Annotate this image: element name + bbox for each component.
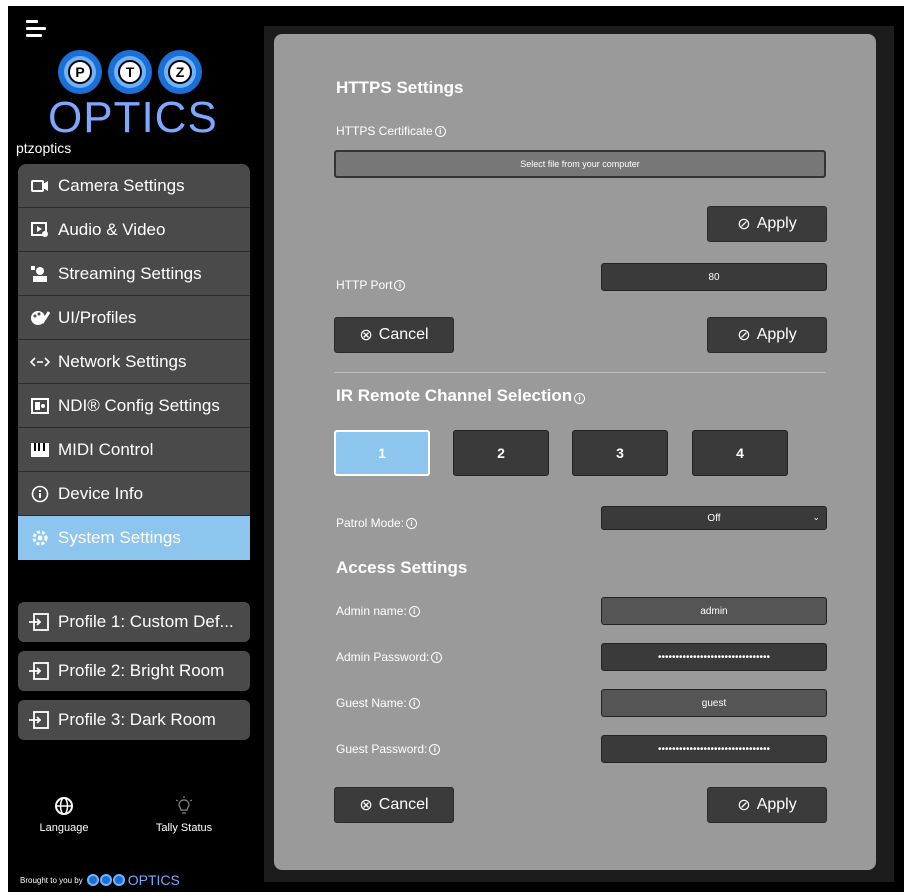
info-icon[interactable]: i <box>431 651 443 663</box>
sidebar-item-midi-control[interactable]: MIDI Control <box>18 428 250 472</box>
sidebar-item-streaming-settings[interactable]: Streaming Settings <box>18 252 250 296</box>
login-icon <box>28 612 50 632</box>
sidebar-item-device-info[interactable]: Device Info <box>18 472 250 516</box>
powered-logo-circles <box>86 874 125 886</box>
admin-name-input[interactable] <box>601 597 827 625</box>
login-icon <box>28 661 50 681</box>
ir-channel-1-button[interactable]: 1 <box>334 430 430 476</box>
admin-password-label: Admin Password: i <box>336 650 443 664</box>
main-panel-frame: HTTPS Settings HTTPS Certificate i Select… <box>264 26 894 882</box>
midi-icon <box>30 440 50 460</box>
guest-name-input[interactable] <box>601 689 827 717</box>
chevron-down-icon: ⌄ <box>812 512 820 522</box>
info-icon[interactable]: i <box>574 393 586 404</box>
streaming-icon <box>30 264 50 284</box>
info-icon[interactable]: i <box>408 697 420 709</box>
check-circle-icon: ⊘ <box>737 797 751 814</box>
network-icon <box>30 352 50 372</box>
patrol-mode-label: Patrol Mode: i <box>336 516 418 530</box>
language-button[interactable]: Language <box>34 796 94 834</box>
powered-by: Brought to you by OPTICS <box>20 872 180 888</box>
ptz-optics-logo: P T Z OPTICS <box>48 50 218 140</box>
http-port-input[interactable] <box>601 263 827 291</box>
access-settings-title: Access Settings <box>336 558 468 577</box>
access-apply-button[interactable]: ⊘ Apply <box>707 787 827 823</box>
info-icon[interactable]: i <box>429 743 441 755</box>
cancel-circle-icon: ⊗ <box>359 797 373 814</box>
sidebar-bottom-tools: Language Tally Status <box>34 796 234 846</box>
sidebar-item-ndi-config-settings[interactable]: NDI® Config Settings <box>18 384 250 428</box>
gear-icon <box>30 528 50 548</box>
sidebar: P T Z OPTICS ptzoptics Camera Settings A… <box>8 6 258 892</box>
guest-password-input[interactable] <box>601 735 827 763</box>
check-circle-icon: ⊘ <box>737 216 751 233</box>
http-cancel-button[interactable]: ⊗ Cancel <box>334 317 454 353</box>
sidebar-item-system-settings[interactable]: System Settings <box>18 516 250 560</box>
ir-channel-2-button[interactable]: 2 <box>453 430 549 476</box>
patrol-mode-select[interactable]: Off ⌄ <box>601 506 827 530</box>
profile-3-button[interactable]: Profile 3: Dark Room <box>18 700 250 740</box>
sidebar-item-ui-profiles[interactable]: UI/Profiles <box>18 296 250 340</box>
guest-password-label: Guest Password: i <box>336 742 441 756</box>
ir-channel-3-button[interactable]: 3 <box>572 430 668 476</box>
system-settings-panel: HTTPS Settings HTTPS Certificate i Select… <box>274 34 876 870</box>
tally-status-button[interactable]: Tally Status <box>144 796 224 834</box>
https-settings-title: HTTPS Settings <box>336 78 464 97</box>
info-icon <box>30 484 50 504</box>
https-apply-button[interactable]: ⊘ Apply <box>707 206 827 242</box>
access-cancel-button[interactable]: ⊗ Cancel <box>334 787 454 823</box>
certificate-file-input[interactable]: Select file from your computer <box>334 150 826 178</box>
ir-channel-4-button[interactable]: 4 <box>692 430 788 476</box>
hamburger-menu-icon[interactable] <box>26 20 46 38</box>
info-icon[interactable]: i <box>394 279 406 291</box>
audio-video-icon <box>30 220 50 240</box>
app-window: P T Z OPTICS ptzoptics Camera Settings A… <box>8 6 904 892</box>
http-port-label: HTTP Port i <box>336 278 406 292</box>
admin-password-input[interactable] <box>601 643 827 671</box>
login-icon <box>28 710 50 730</box>
profiles-list: Profile 1: Custom Def... Profile 2: Brig… <box>18 602 250 749</box>
ui-profiles-icon <box>30 308 50 328</box>
profile-2-button[interactable]: Profile 2: Bright Room <box>18 651 250 691</box>
globe-icon <box>54 796 74 816</box>
check-circle-icon: ⊘ <box>737 327 751 344</box>
info-icon[interactable]: i <box>406 517 418 529</box>
info-icon[interactable]: i <box>434 125 446 137</box>
sidebar-item-camera-settings[interactable]: Camera Settings <box>18 164 250 208</box>
profile-1-button[interactable]: Profile 1: Custom Def... <box>18 602 250 642</box>
info-icon[interactable]: i <box>408 605 420 617</box>
guest-name-label: Guest Name: i <box>336 696 420 710</box>
ndi-icon <box>30 396 50 416</box>
ir-remote-title: IR Remote Channel Selection i <box>336 386 586 406</box>
admin-name-label: Admin name: i <box>336 604 420 618</box>
lightbulb-icon <box>174 796 194 816</box>
https-certificate-label: HTTPS Certificate i <box>336 124 446 138</box>
sidebar-item-network-settings[interactable]: Network Settings <box>18 340 250 384</box>
http-apply-button[interactable]: ⊘ Apply <box>707 317 827 353</box>
section-divider <box>334 372 826 373</box>
cancel-circle-icon: ⊗ <box>359 327 373 344</box>
sidebar-nav: Camera Settings Audio & Video Streaming … <box>18 164 250 560</box>
camera-icon <box>30 176 50 196</box>
sidebar-item-audio-video[interactable]: Audio & Video <box>18 208 250 252</box>
brand-name: ptzoptics <box>16 140 72 156</box>
